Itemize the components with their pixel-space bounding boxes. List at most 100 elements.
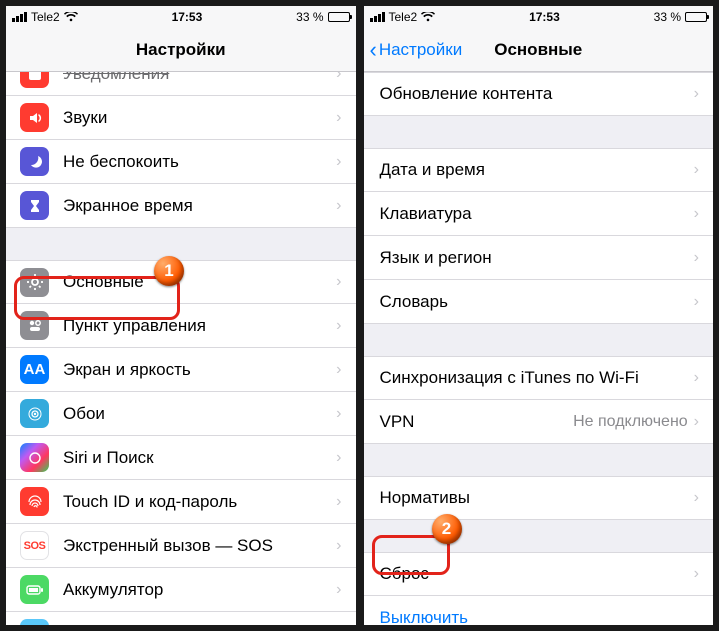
- row-label: Словарь: [380, 292, 694, 312]
- row-label: Выключить: [380, 608, 700, 626]
- battery-icon: [328, 12, 350, 22]
- row-label: Не беспокоить: [63, 152, 336, 172]
- row-screentime[interactable]: Экранное время ›: [6, 184, 356, 228]
- nav-bar: Настройки: [6, 28, 356, 72]
- row-label: Экстренный вызов — SOS: [63, 536, 336, 556]
- dnd-icon: [20, 147, 49, 176]
- sos-icon: SOS: [20, 531, 49, 560]
- page-title: Основные: [494, 40, 582, 60]
- row-label: Основные: [63, 272, 336, 292]
- row-label: Touch ID и код-пароль: [63, 492, 336, 512]
- chevron-right-icon: ›: [336, 493, 341, 511]
- row-general[interactable]: Основные ›: [6, 260, 356, 304]
- row-label: VPN: [380, 412, 574, 432]
- privacy-icon: [20, 619, 49, 625]
- row-content-update[interactable]: Обновление контента ›: [364, 72, 714, 116]
- row-notifications[interactable]: Уведомления ›: [6, 72, 356, 96]
- row-sounds[interactable]: Звуки ›: [6, 96, 356, 140]
- battery-pct: 33 %: [296, 10, 323, 24]
- nav-bar: ‹ Настройки Основные: [364, 28, 714, 72]
- chevron-right-icon: ›: [694, 489, 699, 507]
- row-vpn[interactable]: VPN Не подключено ›: [364, 400, 714, 444]
- status-time: 17:53: [529, 10, 560, 24]
- chevron-right-icon: ›: [336, 537, 341, 555]
- siri-icon: [20, 443, 49, 472]
- row-label: Клавиатура: [380, 204, 694, 224]
- row-label: Нормативы: [380, 488, 694, 508]
- settings-list[interactable]: Уведомления › Звуки › Не беспокоить › Эк…: [6, 72, 356, 625]
- row-label: Синхронизация с iTunes по Wi-Fi: [380, 368, 694, 388]
- chevron-right-icon: ›: [336, 317, 341, 335]
- back-label: Настройки: [379, 40, 462, 60]
- battery-icon: [685, 12, 707, 22]
- display-icon: AA: [20, 355, 49, 384]
- status-time: 17:53: [172, 10, 203, 24]
- row-dictionary[interactable]: Словарь ›: [364, 280, 714, 324]
- chevron-right-icon: ›: [694, 565, 699, 583]
- page-title: Настройки: [136, 40, 226, 60]
- chevron-right-icon: ›: [694, 293, 699, 311]
- chevron-right-icon: ›: [336, 405, 341, 423]
- row-reset[interactable]: Сброс ›: [364, 552, 714, 596]
- battery-pct: 33 %: [654, 10, 681, 24]
- row-keyboard[interactable]: Клавиатура ›: [364, 192, 714, 236]
- chevron-right-icon: ›: [694, 413, 699, 431]
- row-label: Пункт управления: [63, 316, 336, 336]
- row-datetime[interactable]: Дата и время ›: [364, 148, 714, 192]
- sounds-icon: [20, 103, 49, 132]
- row-label: Siri и Поиск: [63, 448, 336, 468]
- touchid-icon: [20, 487, 49, 516]
- row-sos[interactable]: SOS Экстренный вызов — SOS ›: [6, 524, 356, 568]
- wifi-icon: [421, 12, 435, 22]
- notifications-icon: [20, 72, 49, 88]
- wifi-icon: [64, 12, 78, 22]
- chevron-right-icon: ›: [336, 449, 341, 467]
- row-itunes-wifi[interactable]: Синхронизация с iTunes по Wi-Fi ›: [364, 356, 714, 400]
- chevron-right-icon: ›: [694, 161, 699, 179]
- chevron-right-icon: ›: [694, 369, 699, 387]
- row-dnd[interactable]: Не беспокоить ›: [6, 140, 356, 184]
- row-label: Звуки: [63, 108, 336, 128]
- carrier-label: Tele2: [389, 10, 418, 24]
- chevron-right-icon: ›: [694, 249, 699, 267]
- row-label: Язык и регион: [380, 248, 694, 268]
- chevron-right-icon: ›: [336, 197, 341, 215]
- row-touchid[interactable]: Touch ID и код-пароль ›: [6, 480, 356, 524]
- row-regulatory[interactable]: Нормативы ›: [364, 476, 714, 520]
- chevron-right-icon: ›: [336, 72, 341, 83]
- row-control-center[interactable]: Пункт управления ›: [6, 304, 356, 348]
- gear-icon: [20, 268, 49, 297]
- row-label: Экранное время: [63, 196, 336, 216]
- control-center-icon: [20, 311, 49, 340]
- general-list[interactable]: Обновление контента › Дата и время › Кла…: [364, 72, 714, 625]
- phone-general: Tele2 17:53 33 % ‹ Настройки Основные Об…: [364, 6, 714, 625]
- row-label: Аккумулятор: [63, 580, 336, 600]
- chevron-left-icon: ‹: [370, 39, 377, 61]
- row-label: Обновление контента: [380, 84, 694, 104]
- row-label: Экран и яркость: [63, 360, 336, 380]
- row-label: Сброс: [380, 564, 694, 584]
- row-privacy[interactable]: Конфиденциальность ›: [6, 612, 356, 625]
- row-shutdown[interactable]: Выключить: [364, 596, 714, 625]
- chevron-right-icon: ›: [336, 109, 341, 127]
- row-display[interactable]: AA Экран и яркость ›: [6, 348, 356, 392]
- row-label: Конфиденциальность: [63, 624, 336, 626]
- row-wallpaper[interactable]: Обои ›: [6, 392, 356, 436]
- chevron-right-icon: ›: [336, 361, 341, 379]
- carrier-label: Tele2: [31, 10, 60, 24]
- battery-icon: [20, 575, 49, 604]
- chevron-right-icon: ›: [336, 625, 341, 626]
- chevron-right-icon: ›: [694, 85, 699, 103]
- row-language[interactable]: Язык и регион ›: [364, 236, 714, 280]
- chevron-right-icon: ›: [336, 153, 341, 171]
- chevron-right-icon: ›: [336, 273, 341, 291]
- row-siri[interactable]: Siri и Поиск ›: [6, 436, 356, 480]
- back-button[interactable]: ‹ Настройки: [370, 28, 463, 71]
- signal-icon: [370, 12, 385, 22]
- vpn-value: Не подключено: [573, 413, 688, 431]
- row-battery[interactable]: Аккумулятор ›: [6, 568, 356, 612]
- signal-icon: [12, 12, 27, 22]
- row-label: Обои: [63, 404, 336, 424]
- row-label: Дата и время: [380, 160, 694, 180]
- status-bar: Tele2 17:53 33 %: [6, 6, 356, 28]
